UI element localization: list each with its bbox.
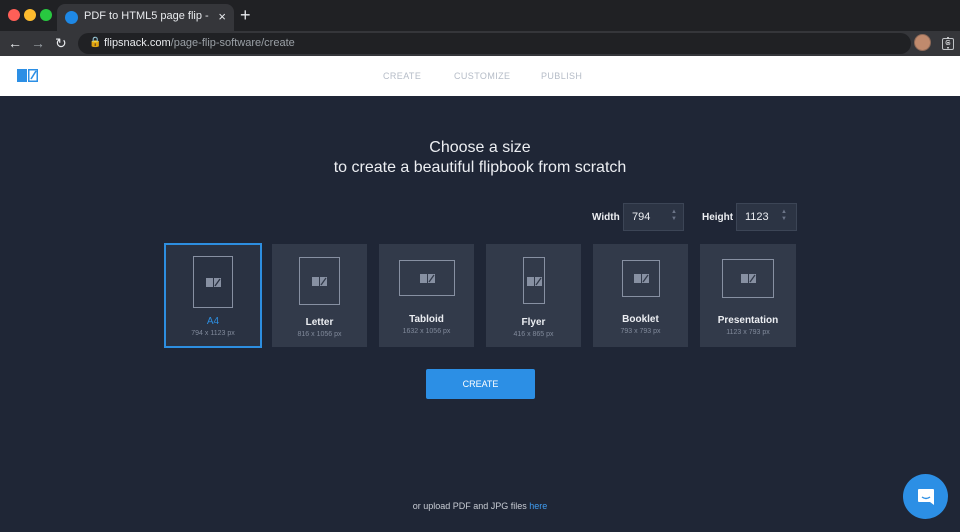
width-label: Width — [592, 212, 620, 223]
chat-icon — [918, 489, 934, 505]
size-name: Booklet — [622, 314, 659, 325]
arrow-left-icon[interactable]: ← — [8, 34, 22, 52]
page-icon — [312, 277, 327, 286]
upload-note: or upload PDF and JPG files here — [0, 501, 960, 511]
browser-tab-bar: PDF to HTML5 page flip - flipbook × + — [0, 0, 960, 31]
flipsnack-favicon-icon — [65, 11, 78, 24]
size-card-letter[interactable]: Letter 816 x 1056 px — [272, 244, 367, 347]
new-tab-button[interactable]: + — [240, 5, 251, 25]
size-card-a4[interactable]: A4 794 x 1123 px — [164, 243, 262, 348]
size-name: Presentation — [717, 315, 779, 326]
page-icon — [741, 274, 756, 283]
browser-toolbar: ← → ↻ 🔒 flipsnack.com/page-flip-software… — [0, 31, 960, 56]
page-icon — [634, 274, 649, 283]
url-path: /page-flip-software/create — [170, 37, 295, 49]
browser-tab[interactable]: PDF to HTML5 page flip - flipbook × — [57, 4, 234, 31]
app-header: CREATE CUSTOMIZE PUBLISH — [0, 56, 960, 96]
arrow-right-icon[interactable]: → — [31, 34, 45, 52]
kebab-menu-icon[interactable]: ⋮ — [941, 34, 955, 50]
page-subtitle: to create a beautiful flipbook from scra… — [333, 159, 627, 176]
create-button[interactable]: CREATE — [426, 369, 535, 399]
page-preview — [193, 256, 233, 308]
page-preview — [722, 259, 774, 298]
size-card-tabloid[interactable]: Tabloid 1632 x 1056 px — [379, 244, 474, 347]
step-customize[interactable]: CUSTOMIZE — [454, 71, 510, 81]
avatar[interactable] — [914, 34, 931, 51]
page-icon — [420, 274, 435, 283]
step-create[interactable]: CREATE — [383, 71, 421, 81]
upload-link[interactable]: here — [529, 501, 547, 511]
page-preview — [299, 257, 340, 305]
width-stepper-icon[interactable]: ▲ ▼ — [670, 209, 678, 223]
height-stepper-icon[interactable]: ▲ ▼ — [780, 209, 788, 223]
lock-icon: 🔒 — [89, 37, 102, 48]
flipsnack-logo-icon[interactable] — [17, 67, 39, 83]
page-title: Choose a size — [429, 139, 531, 156]
size-card-flyer[interactable]: Flyer 416 x 865 px — [486, 244, 581, 347]
page-preview — [622, 260, 660, 297]
size-card-booklet[interactable]: Booklet 793 x 793 px — [593, 244, 688, 347]
address-bar[interactable]: 🔒 flipsnack.com/page-flip-software/creat… — [78, 33, 954, 54]
page-preview — [399, 260, 455, 296]
size-name: Letter — [305, 317, 334, 328]
main-content: Choose a size to create a beautiful flip… — [0, 96, 960, 532]
size-dimensions: 1632 x 1056 px — [402, 328, 451, 335]
url-host: flipsnack.com — [104, 37, 171, 49]
size-name: A4 — [206, 316, 220, 327]
step-publish[interactable]: PUBLISH — [541, 71, 582, 81]
url-text[interactable]: flipsnack.com/page-flip-software/create — [104, 37, 295, 49]
height-label: Height — [702, 212, 734, 223]
page-icon — [206, 278, 221, 287]
chat-button[interactable] — [903, 474, 948, 519]
tab-title: PDF to HTML5 page flip - flipbook — [84, 10, 210, 22]
tab-close-icon[interactable]: × — [218, 9, 226, 25]
size-name: Tabloid — [409, 314, 444, 325]
reload-icon[interactable]: ↻ — [55, 34, 67, 52]
size-name: Flyer — [521, 317, 546, 328]
size-dimensions: 793 x 793 px — [620, 328, 661, 335]
window-maximize-button[interactable] — [40, 9, 52, 21]
size-card-presentation[interactable]: Presentation 1123 x 793 px — [700, 244, 796, 347]
size-dimensions: 794 x 1123 px — [191, 330, 235, 337]
window-minimize-button[interactable] — [24, 9, 36, 21]
size-dimensions: 1123 x 793 px — [726, 329, 770, 336]
size-dimensions: 816 x 1056 px — [297, 331, 342, 338]
size-dimensions: 416 x 865 px — [513, 331, 554, 338]
page-preview — [523, 257, 545, 304]
page-icon — [527, 277, 542, 286]
upload-text: or upload PDF and JPG files — [412, 501, 530, 511]
window-close-button[interactable] — [8, 9, 20, 21]
